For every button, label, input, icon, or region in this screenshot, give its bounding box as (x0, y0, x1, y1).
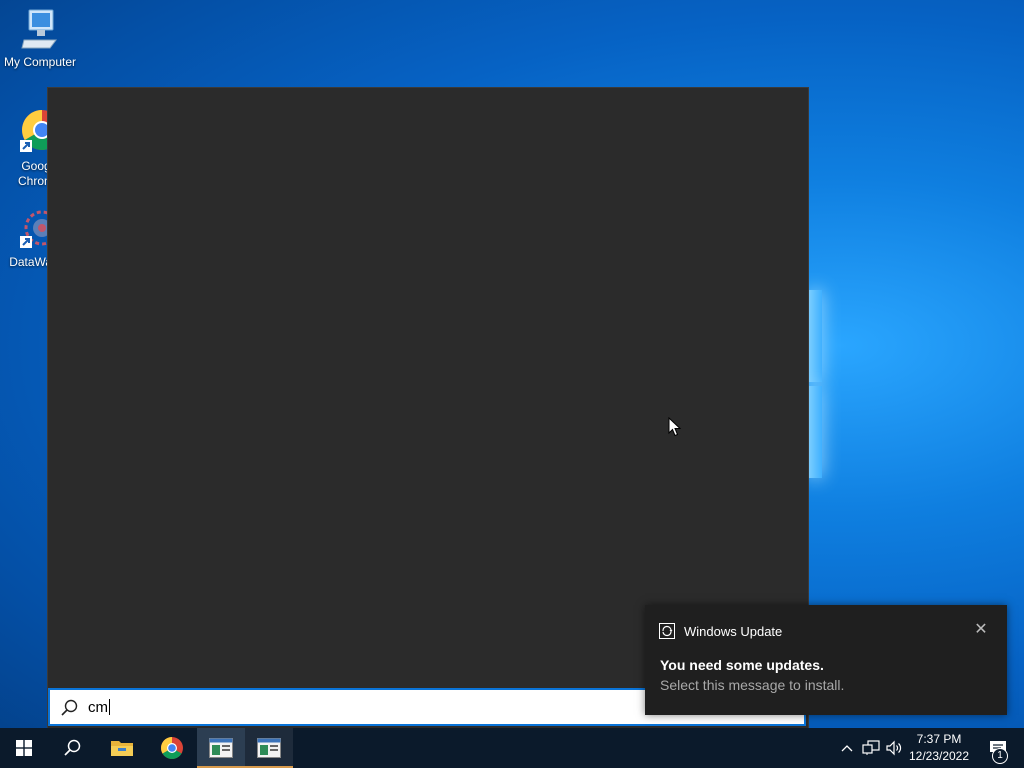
desktop-windows-logo (808, 290, 822, 480)
windows-update-icon (659, 623, 675, 639)
taskbar-app-1[interactable] (197, 728, 245, 768)
start-button[interactable] (0, 728, 48, 768)
show-hidden-icons-chevron-icon[interactable] (837, 738, 857, 758)
taskbar-file-explorer[interactable] (98, 728, 146, 768)
close-icon[interactable]: ✕ (972, 621, 990, 639)
desktop-icon-label: My Computer (3, 55, 77, 69)
taskbar-search-button[interactable] (48, 728, 96, 768)
computer-icon (21, 9, 57, 49)
search-icon (64, 739, 81, 756)
folder-icon (111, 741, 133, 756)
windows-start-icon (16, 740, 32, 756)
toast-body: Select this message to install. (660, 677, 845, 693)
chrome-icon (161, 737, 183, 759)
search-query-text: cm (88, 699, 108, 716)
toast-title: You need some updates. (660, 657, 824, 673)
taskbar-clock[interactable]: 7:37 PM 12/23/2022 (905, 731, 973, 765)
search-input[interactable]: cm (88, 699, 110, 716)
app-window-icon (257, 738, 281, 758)
taskbar: 7:37 PM 12/23/2022 1 (0, 728, 1024, 768)
clock-date: 12/23/2022 (908, 749, 970, 763)
app-window-icon (209, 738, 233, 758)
desktop-icon-my-computer[interactable]: My Computer (2, 8, 78, 70)
mouse-cursor-icon (668, 417, 682, 437)
text-caret (109, 699, 110, 715)
clock-time: 7:37 PM (916, 732, 962, 746)
toast-app-name: Windows Update (684, 624, 783, 639)
taskbar-chrome[interactable] (148, 728, 196, 768)
search-icon (61, 699, 78, 716)
network-icon[interactable] (861, 738, 881, 758)
windows-update-toast[interactable]: Windows Update ✕ You need some updates. … (645, 605, 1007, 715)
notification-count-badge: 1 (992, 748, 1008, 764)
volume-icon[interactable] (884, 738, 904, 758)
taskbar-app-2[interactable] (245, 728, 293, 768)
